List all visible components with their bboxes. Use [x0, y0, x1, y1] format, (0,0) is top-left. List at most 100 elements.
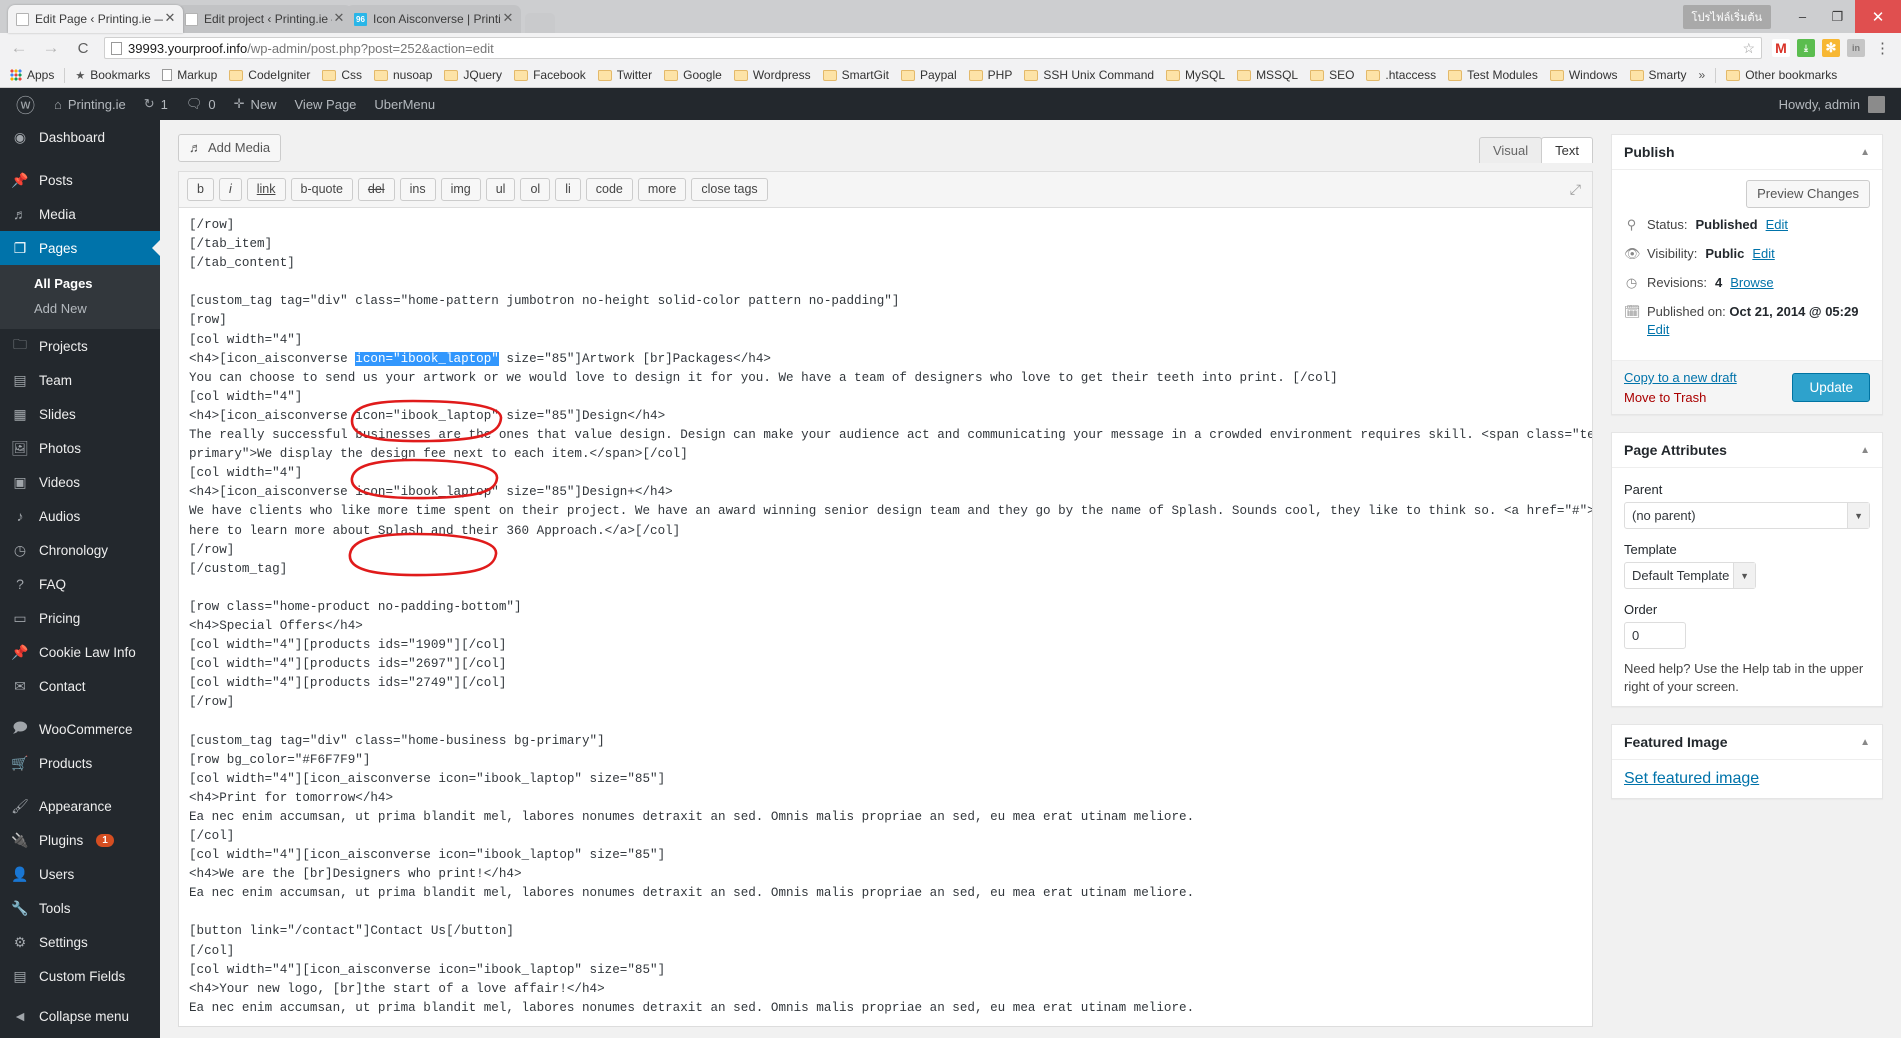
bookmark-mssql[interactable]: MSSQL — [1231, 68, 1304, 82]
sidebar-item-team[interactable]: ▤ Team — [0, 363, 160, 397]
bookmark-windows[interactable]: Windows — [1544, 68, 1624, 82]
back-icon[interactable]: ← — [8, 38, 30, 58]
sidebar-item-woocommerce[interactable]: 🗩 WooCommerce — [0, 712, 160, 746]
maximize-icon[interactable]: ❐ — [1820, 4, 1855, 30]
sidebar-item-faq[interactable]: ? FAQ — [0, 567, 160, 601]
sidebar-item-posts[interactable]: 📌 Posts — [0, 163, 160, 197]
sidebar-item-chronology[interactable]: ◷ Chronology — [0, 533, 160, 567]
bookmark-google[interactable]: Google — [658, 68, 728, 82]
page-info-icon[interactable] — [111, 41, 122, 55]
parent-select[interactable]: (no parent) ▼ — [1624, 502, 1870, 529]
tab-close-icon[interactable]: ✕ — [501, 11, 515, 26]
bookmark-css[interactable]: Css — [316, 68, 368, 82]
forward-icon[interactable]: → — [40, 38, 62, 58]
collapse-menu-button[interactable]: ◄ Collapse menu — [0, 999, 160, 1033]
quicktag-del[interactable]: del — [357, 178, 395, 201]
address-input[interactable]: 39993.yourproof.info /wp-admin/post.php?… — [104, 37, 1762, 59]
bookmarks-overflow-icon[interactable]: » — [1693, 68, 1712, 82]
ubermenu-link[interactable]: UberMenu — [365, 88, 444, 120]
quicktag-b[interactable]: b — [187, 178, 214, 201]
fullscreen-icon[interactable]: ⤢ — [1570, 181, 1584, 198]
sidebar-item-plugins[interactable]: 🔌 Plugins 1 — [0, 823, 160, 857]
quicktag-ul[interactable]: ul — [485, 178, 516, 201]
edit-visibility-link[interactable]: Edit — [1752, 245, 1774, 263]
set-featured-image-link[interactable]: Set featured image — [1624, 770, 1759, 787]
edit-status-link[interactable]: Edit — [1766, 216, 1788, 234]
bookmark-ssh-unix-command[interactable]: SSH Unix Command — [1018, 68, 1160, 82]
sidebar-item-videos[interactable]: ▣ Videos — [0, 465, 160, 499]
sidebar-item-settings[interactable]: ⚙ Settings — [0, 925, 160, 959]
quicktag-ins[interactable]: ins — [399, 178, 436, 201]
close-icon[interactable]: ✕ — [1855, 0, 1901, 33]
quicktag-b-quote[interactable]: b-quote — [290, 178, 353, 201]
edit-published-link[interactable]: Edit — [1647, 322, 1669, 337]
bookmark-seo[interactable]: SEO — [1304, 68, 1360, 82]
order-input[interactable]: 0 — [1624, 622, 1686, 649]
quicktag-i[interactable]: i — [218, 178, 242, 201]
site-name-menu[interactable]: ⌂ Printing.ie — [45, 88, 135, 120]
bookmark-nusoap[interactable]: nusoap — [368, 68, 438, 82]
bookmark-bookmarks[interactable]: ★ Bookmarks — [69, 68, 156, 82]
bookmark-mysql[interactable]: MySQL — [1160, 68, 1231, 82]
template-select[interactable]: Default Template ▼ — [1624, 562, 1756, 589]
sidebar-item-contact[interactable]: ✉ Contact — [0, 669, 160, 703]
quicktag-close-tags[interactable]: close tags — [691, 178, 768, 201]
sidebar-item-slides[interactable]: ▦ Slides — [0, 397, 160, 431]
reload-icon[interactable]: C — [72, 40, 94, 57]
sidebar-item-tools[interactable]: 🔧 Tools — [0, 891, 160, 925]
tab-visual[interactable]: Visual — [1478, 137, 1543, 163]
gmail-icon[interactable]: M — [1772, 39, 1790, 57]
sidebar-item-cookie-law-info[interactable]: 📌 Cookie Law Info — [0, 635, 160, 669]
tab-text[interactable]: Text — [1541, 137, 1593, 163]
updates-menu[interactable]: ↻ 1 — [135, 88, 177, 120]
sidebar-item-pages[interactable]: ❐ Pages — [0, 231, 160, 265]
other-bookmarks[interactable]: Other bookmarks — [1720, 68, 1843, 82]
browser-tab-0[interactable]: Edit Page ‹ Printing.ie — W ✕ — [8, 5, 183, 33]
browser-tab-1[interactable]: Edit project ‹ Printing.ie — ✕ — [177, 5, 352, 33]
add-media-button[interactable]: ♬ Add Media — [178, 134, 282, 162]
account-menu[interactable]: Howdy, admin — [1779, 95, 1895, 113]
bookmark-star-icon[interactable]: ☆ — [1742, 40, 1755, 57]
sidebar-item-all-pages[interactable]: All Pages — [0, 271, 160, 296]
chrome-menu-icon[interactable]: ⋮ — [1872, 39, 1893, 57]
new-content-menu[interactable]: ✛ New — [225, 88, 286, 120]
comments-menu[interactable]: 🗨 0 — [177, 88, 225, 120]
sidebar-item-projects[interactable]: 🗀 Projects — [0, 329, 160, 363]
bookmark-facebook[interactable]: Facebook — [508, 68, 592, 82]
quicktag-img[interactable]: img — [440, 178, 481, 201]
sidebar-item-add-new[interactable]: Add New — [0, 296, 160, 321]
bookmark-apps[interactable]: Apps — [4, 68, 60, 82]
sidebar-item-media[interactable]: ♬ Media — [0, 197, 160, 231]
quicktag-li[interactable]: li — [555, 178, 581, 201]
bookmark-twitter[interactable]: Twitter — [592, 68, 658, 82]
minimize-icon[interactable]: – — [1785, 4, 1820, 30]
linkedin-icon[interactable]: in — [1847, 39, 1865, 57]
sidebar-item-custom-fields[interactable]: ▤ Custom Fields — [0, 959, 160, 993]
sidebar-item-pricing[interactable]: ▭ Pricing — [0, 601, 160, 635]
sidebar-item-products[interactable]: 🛒 Products — [0, 746, 160, 780]
bookmark-markup[interactable]: Markup — [156, 68, 223, 82]
bookmark-smarty[interactable]: Smarty — [1624, 68, 1693, 82]
preview-changes-button[interactable]: Preview Changes — [1746, 180, 1870, 208]
download-icon[interactable]: ⤓ — [1797, 39, 1815, 57]
bookmark-paypal[interactable]: Paypal — [895, 68, 963, 82]
new-tab-button[interactable] — [525, 13, 555, 33]
sidebar-item-photos[interactable]: 🖼 Photos — [0, 431, 160, 465]
browser-tab-2[interactable]: 96 Icon Aisconverse | Printing ✕ — [346, 5, 521, 33]
profile-chip[interactable]: โปรไฟล์เริ่มต้น — [1682, 4, 1771, 29]
star-extension-icon[interactable]: ✻ — [1822, 39, 1840, 57]
wordpress-logo-icon[interactable]: ⓦ — [6, 88, 45, 120]
bookmark-codeigniter[interactable]: CodeIgniter — [223, 68, 316, 82]
sidebar-item-dashboard[interactable]: ◉ Dashboard — [0, 120, 160, 154]
move-to-trash-link[interactable]: Move to Trash — [1624, 390, 1737, 405]
quicktag-link[interactable]: link — [246, 178, 286, 201]
bookmark-wordpress[interactable]: Wordpress — [728, 68, 817, 82]
sidebar-item-appearance[interactable]: 🖌 Appearance — [0, 789, 160, 823]
content-textarea[interactable]: [/row] [/tab_item] [/tab_content] [custo… — [179, 208, 1592, 1026]
chevron-up-icon[interactable]: ▲ — [1860, 445, 1870, 456]
quicktag-ol[interactable]: ol — [520, 178, 551, 201]
chevron-up-icon[interactable]: ▲ — [1860, 737, 1870, 748]
bookmark-jquery[interactable]: JQuery — [438, 68, 508, 82]
quicktag-code[interactable]: code — [585, 178, 633, 201]
tab-close-icon[interactable]: ✕ — [332, 11, 346, 26]
